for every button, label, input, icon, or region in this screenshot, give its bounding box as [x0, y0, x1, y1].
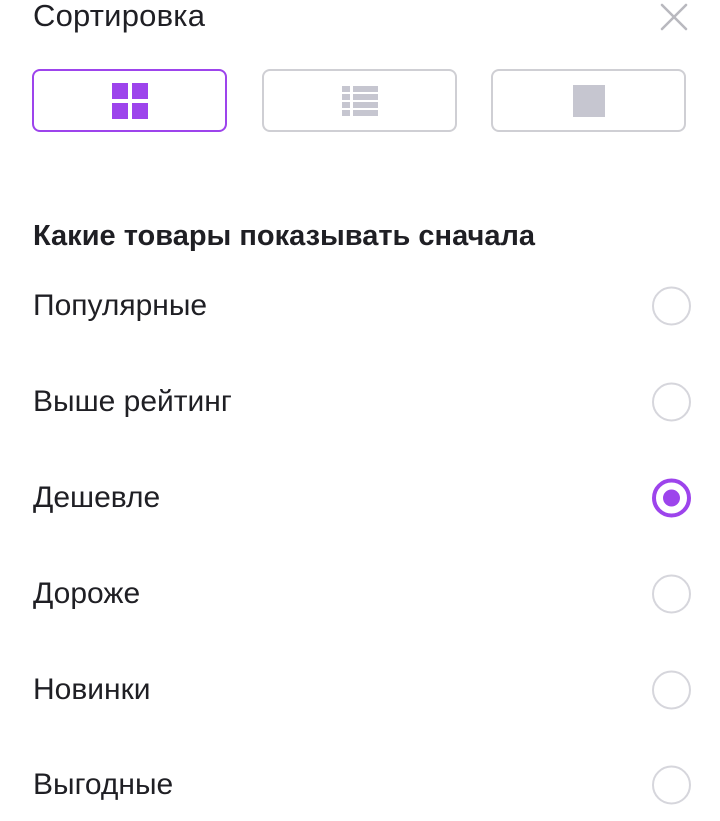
radio-button[interactable] [652, 765, 691, 805]
grid-view-button[interactable] [32, 69, 227, 132]
sort-option-label: Выше рейтинг [33, 385, 232, 418]
sort-option-profitable[interactable]: Выгодные [0, 749, 720, 821]
sheet-title: Сортировка [33, 0, 206, 33]
list-view-button[interactable] [262, 69, 457, 132]
list-view-icon [341, 85, 378, 116]
radio-button[interactable] [652, 670, 691, 710]
sort-option-label: Новинки [33, 673, 151, 706]
sort-option-label: Дешевле [33, 481, 161, 514]
sort-option-cheaper[interactable]: Дешевле [0, 462, 720, 534]
sort-option-label: Дороже [33, 577, 141, 610]
sort-option-rating[interactable]: Выше рейтинг [0, 366, 720, 438]
grid-view-icon [111, 82, 148, 119]
radio-button[interactable] [652, 574, 691, 614]
single-view-button[interactable] [491, 69, 686, 132]
radio-button[interactable] [652, 382, 691, 422]
radio-button[interactable] [652, 286, 691, 326]
close-icon [660, 3, 688, 31]
sort-option-expensive[interactable]: Дороже [0, 558, 720, 630]
single-view-icon [572, 84, 605, 117]
radio-button-checked[interactable] [652, 478, 691, 518]
sort-heading: Какие товары показывать сначала [33, 220, 535, 252]
sort-option-label: Популярные [33, 289, 208, 322]
sort-option-new[interactable]: Новинки [0, 654, 720, 726]
sort-sheet: Сортировка Какие товары показывать снача… [0, 0, 720, 812]
sort-option-label: Выгодные [33, 768, 174, 801]
sort-option-popular[interactable]: Популярные [0, 270, 720, 342]
close-button[interactable] [652, 0, 696, 34]
